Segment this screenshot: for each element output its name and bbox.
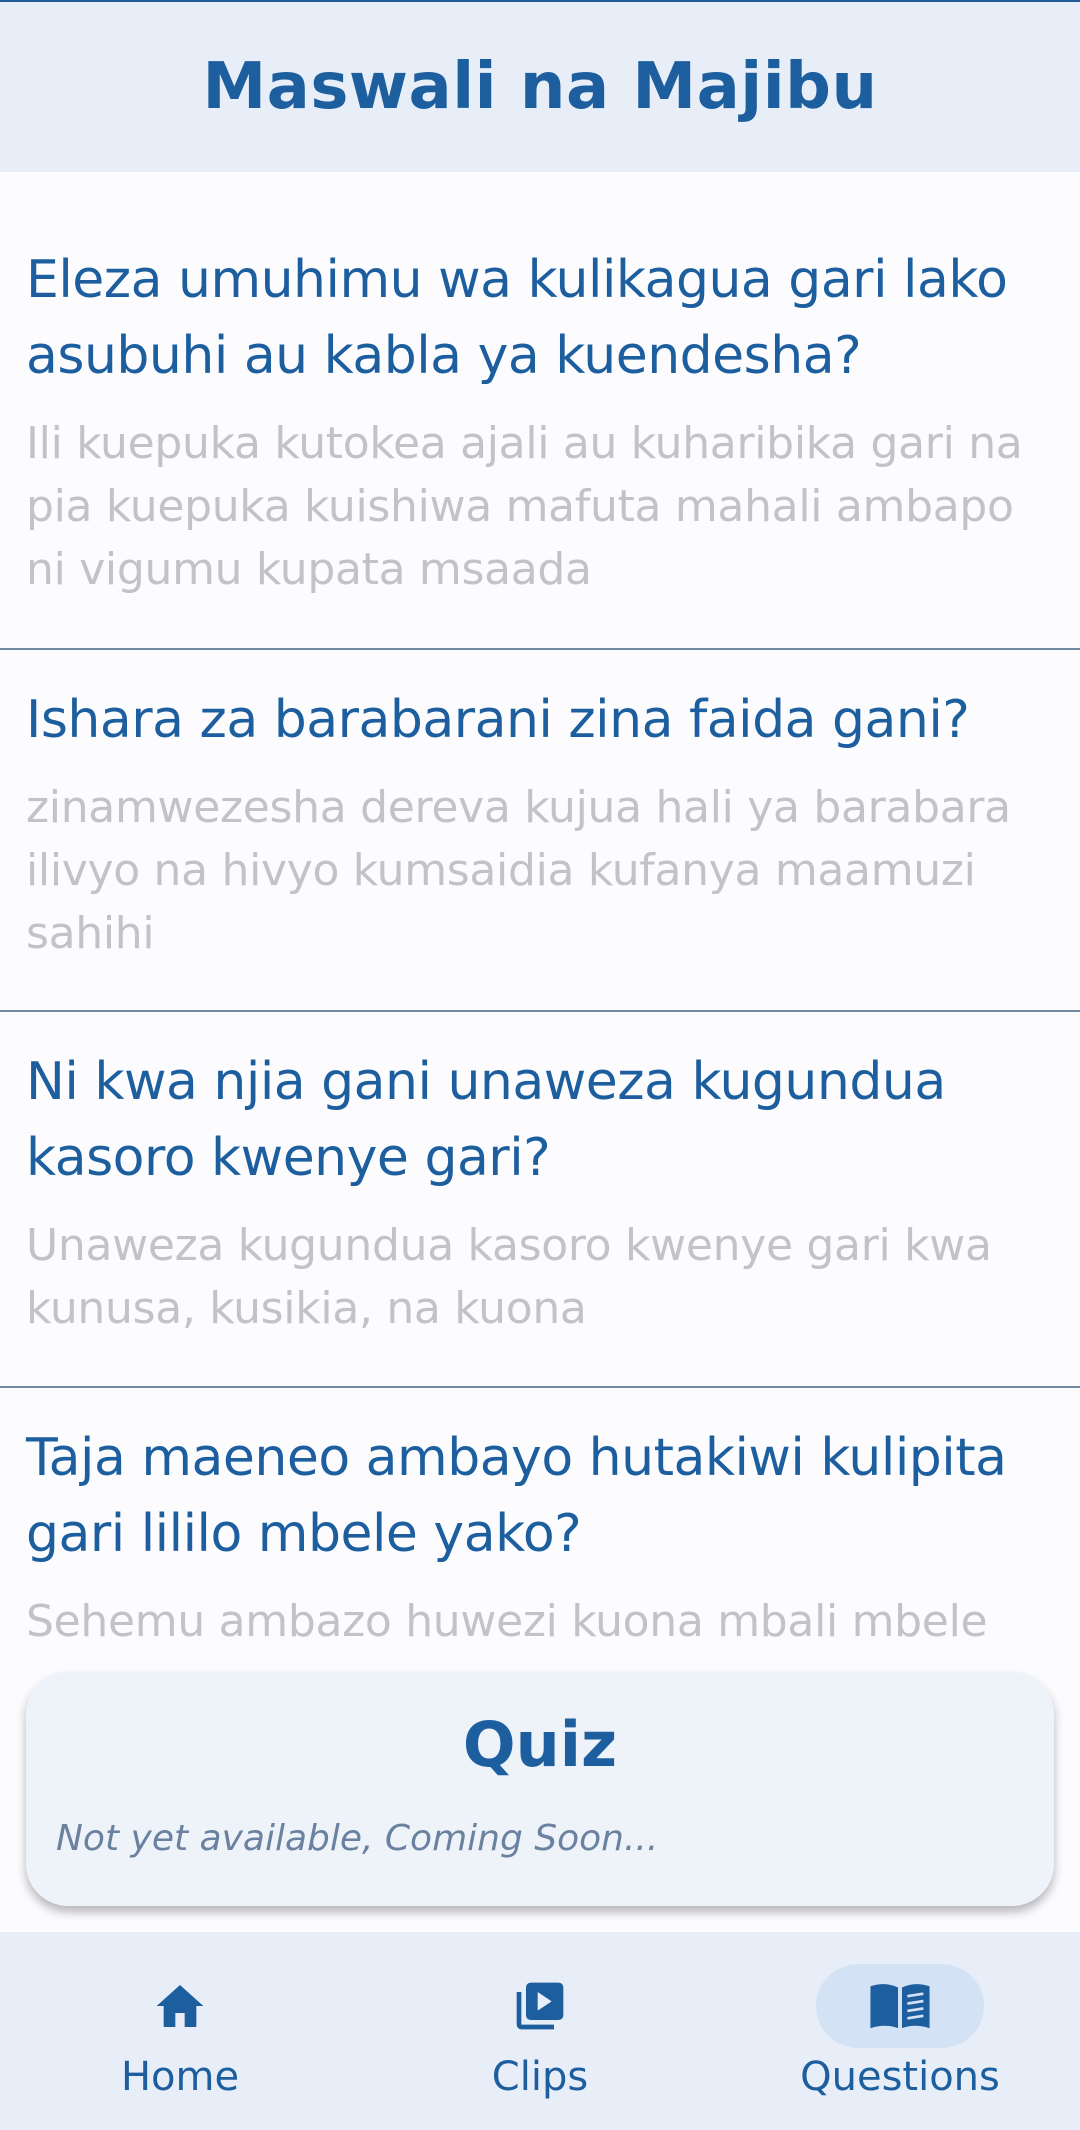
- nav-item-home[interactable]: Home: [0, 1932, 360, 2130]
- question-text: Ishara za barabarani zina faida gani?: [26, 690, 970, 750]
- qa-item: Eleza umuhimu wa kulikagua gari lako asu…: [0, 242, 1080, 601]
- answer-text: Ili kuepuka kutokea ajali au kuharibika …: [26, 418, 1023, 595]
- divider: [0, 1010, 1080, 1012]
- nav-item-questions[interactable]: Questions: [720, 1932, 1080, 2130]
- nav-label-home: Home: [120, 2054, 240, 2100]
- bottom-navigation: Home Clips Questions: [0, 1932, 1080, 2130]
- quiz-subtitle: Not yet available, Coming Soon...: [56, 1818, 659, 1859]
- nav-label-clips: Clips: [491, 2054, 589, 2100]
- qa-item: Taja maeneo ambayo hutakiwi kulipita gar…: [0, 1420, 1080, 1653]
- qa-list[interactable]: Eleza umuhimu wa kulikagua gari lako asu…: [0, 172, 1080, 1672]
- qa-item: Ni kwa njia gani unaweza kugundua kasoro…: [0, 1044, 1080, 1340]
- question-text: Taja maeneo ambayo hutakiwi kulipita gar…: [26, 1428, 1007, 1564]
- answer-text: Unaweza kugundua kasoro kwenye gari kwa …: [26, 1220, 992, 1334]
- active-indicator: [816, 1964, 984, 2048]
- divider: [0, 648, 1080, 650]
- question-text: Ni kwa njia gani unaweza kugundua kasoro…: [26, 1052, 946, 1188]
- home-icon: [156, 1985, 204, 2027]
- answer-text: Sehemu ambazo huwezi kuona mbali mbele: [26, 1596, 988, 1647]
- answer-text: zinamwezesha dereva kujua hali ya baraba…: [26, 782, 1011, 959]
- question-text: Eleza umuhimu wa kulikagua gari lako asu…: [26, 250, 1008, 386]
- video-library-icon: [516, 1982, 564, 2030]
- qa-item: Ishara za barabarani zina faida gani? zi…: [0, 682, 1080, 965]
- book-icon: [870, 1984, 930, 2029]
- quiz-card[interactable]: Quiz Not yet available, Coming Soon...: [26, 1672, 1054, 1906]
- divider: [0, 1386, 1080, 1388]
- app-bar: Maswali na Majibu: [0, 0, 1080, 172]
- quiz-title: Quiz: [462, 1708, 618, 1781]
- nav-item-clips[interactable]: Clips: [360, 1932, 720, 2130]
- nav-label-questions: Questions: [800, 2054, 1000, 2100]
- page-title: Maswali na Majibu: [202, 50, 878, 124]
